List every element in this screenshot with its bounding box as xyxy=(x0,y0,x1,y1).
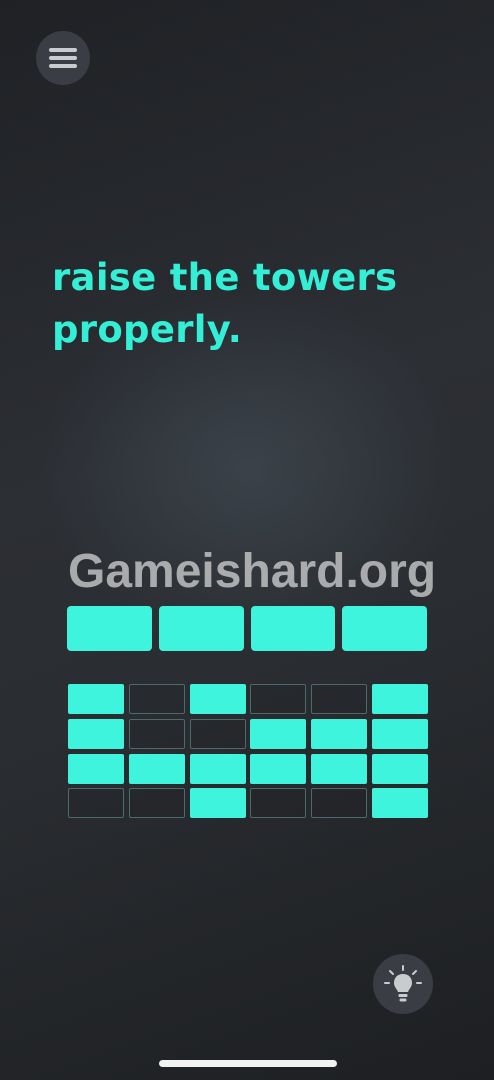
grid-cell-empty[interactable] xyxy=(311,684,368,714)
grid-cell-empty[interactable] xyxy=(189,718,246,749)
grid-cell-empty[interactable] xyxy=(128,718,185,749)
grid-cell-filled[interactable] xyxy=(371,788,428,819)
grid-cell-filled[interactable] xyxy=(250,718,307,749)
watermark-text: Gameishard.org xyxy=(68,545,437,598)
tower-block[interactable] xyxy=(67,606,152,651)
tower-block[interactable] xyxy=(158,606,244,651)
home-indicator[interactable] xyxy=(159,1060,337,1067)
grid-cell-empty[interactable] xyxy=(128,788,185,819)
grid-cell-filled[interactable] xyxy=(371,718,428,749)
puzzle-instruction: raise the towers properly. xyxy=(52,256,398,351)
grid-cell-filled[interactable] xyxy=(68,718,124,749)
menu-button[interactable] xyxy=(36,31,90,85)
tower-row xyxy=(67,606,427,651)
grid-cell-filled[interactable] xyxy=(311,718,368,749)
grid-cell-filled[interactable] xyxy=(189,753,246,784)
grid-cell-filled[interactable] xyxy=(68,684,124,714)
grid-cell-filled[interactable] xyxy=(128,753,185,784)
grid-cell-empty[interactable] xyxy=(311,788,368,819)
grid-cell-filled[interactable] xyxy=(311,753,368,784)
grid-cell-empty[interactable] xyxy=(68,788,124,819)
lightbulb-icon xyxy=(384,965,422,1002)
grid-cell-filled[interactable] xyxy=(371,684,428,714)
grid-cell-filled[interactable] xyxy=(68,753,124,784)
tower-block[interactable] xyxy=(342,606,427,651)
grid-cell-filled[interactable] xyxy=(189,788,246,819)
tower-block[interactable] xyxy=(250,606,336,651)
grid-cell-empty[interactable] xyxy=(250,684,307,714)
tower-grid xyxy=(68,684,428,819)
grid-cell-empty[interactable] xyxy=(250,788,307,819)
grid-cell-filled[interactable] xyxy=(250,753,307,784)
grid-cell-filled[interactable] xyxy=(189,684,246,714)
hint-button[interactable] xyxy=(373,954,433,1014)
hamburger-icon xyxy=(49,48,77,68)
grid-cell-filled[interactable] xyxy=(371,753,428,784)
grid-cell-empty[interactable] xyxy=(128,684,185,714)
